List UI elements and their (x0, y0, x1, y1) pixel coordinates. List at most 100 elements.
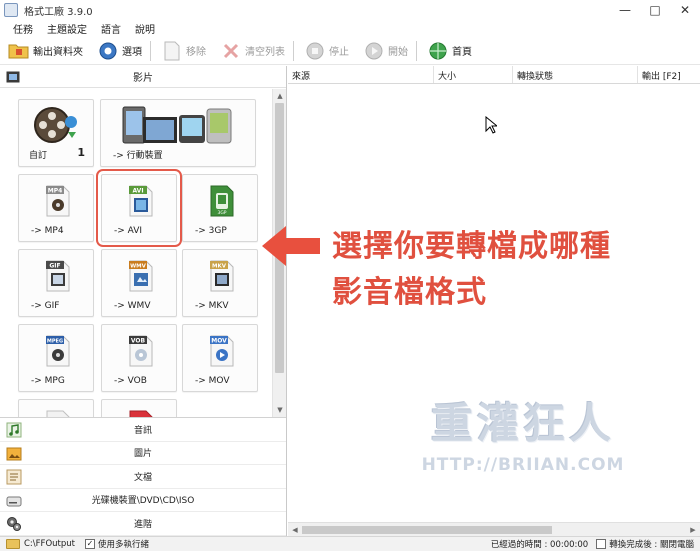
delete-x-icon (220, 40, 242, 62)
home-button[interactable]: 首頁 (419, 38, 478, 64)
start-button[interactable]: 開始 (355, 38, 414, 64)
disc-drive-icon (6, 496, 22, 506)
mp4-file-icon: MP4 (46, 185, 70, 217)
scroll-up-arrow-icon[interactable]: ▲ (273, 89, 287, 103)
tile-label: -> MPG (31, 376, 65, 386)
tile-badge: 1 (77, 146, 85, 159)
tile-mp4[interactable]: MP4 -> MP4 (18, 174, 94, 242)
tile-label: -> MP4 (31, 226, 64, 236)
tile-mkv[interactable]: MKV -> MKV (182, 249, 258, 317)
tile-more[interactable] (18, 399, 94, 417)
elapsed-time: 已經過的時間 : 00:00:00 (490, 540, 589, 550)
output-folder-button[interactable]: 輸出資料夾 (0, 38, 89, 64)
multithread-checkbox[interactable]: ✓ (84, 539, 95, 549)
category-label: 進階 (133, 519, 152, 530)
svg-text:MPEG: MPEG (47, 339, 63, 345)
mobile-devices-icon (122, 106, 232, 144)
tile-label: -> MKV (195, 301, 229, 311)
category-document[interactable]: 文檔 (0, 465, 286, 489)
svg-text:MKV: MKV (212, 264, 227, 270)
output-folder-label: 輸出資料夾 (33, 47, 83, 58)
scroll-left-arrow-icon[interactable]: ◀ (288, 523, 302, 537)
home-label: 首頁 (452, 47, 472, 58)
column-source[interactable]: 來源 (288, 66, 434, 83)
svg-text:WMV: WMV (130, 264, 147, 270)
maximize-button[interactable]: □ (640, 0, 670, 20)
scroll-right-arrow-icon[interactable]: ▶ (686, 523, 700, 537)
title-bar: 格式工廠 3.9.0 — □ ✕ (0, 0, 700, 20)
gear-icon (97, 40, 119, 62)
folder-icon[interactable] (6, 539, 20, 549)
tile-3gp[interactable]: 3GP -> 3GP (182, 174, 258, 242)
category-audio[interactable]: 音訊 (0, 418, 286, 442)
column-size[interactable]: 大小 (434, 66, 513, 83)
column-output[interactable]: 輸出 [F2] (638, 66, 700, 83)
tile-label: 自訂 (29, 151, 48, 161)
options-button[interactable]: 選項 (89, 38, 148, 64)
horizontal-scrollbar[interactable]: ◀ ▶ (288, 522, 700, 536)
category-image[interactable]: 圖片 (0, 442, 286, 465)
clear-list-button[interactable]: 清空列表 (212, 38, 291, 64)
close-button[interactable]: ✕ (670, 0, 700, 20)
svg-text:MOV: MOV (211, 338, 227, 345)
menu-language[interactable]: 語言 (94, 21, 128, 36)
tile-gif[interactable]: GIF -> GIF (18, 249, 94, 317)
stop-icon (304, 40, 326, 62)
window-title: 格式工廠 3.9.0 (24, 6, 93, 18)
3gp-file-icon: 3GP (210, 185, 234, 217)
minimize-button[interactable]: — (610, 0, 640, 20)
tile-label: -> AVI (114, 226, 143, 236)
document-icon (161, 40, 183, 62)
svg-text:VOB: VOB (131, 338, 146, 345)
globe-icon (427, 40, 449, 62)
task-list-header: 來源 大小 轉換狀態 輸出 [F2] (288, 66, 700, 84)
tile-avi[interactable]: AVI -> AVI (96, 169, 182, 247)
tile-label: -> 行動裝置 (113, 151, 163, 161)
mkv-file-icon: MKV (210, 260, 234, 292)
document-icon (6, 469, 22, 485)
svg-text:MP4: MP4 (48, 188, 63, 195)
film-reel-icon (34, 107, 77, 143)
file-icon (129, 410, 153, 417)
output-path[interactable]: C:\FFOutput (24, 539, 75, 549)
svg-text:AVI: AVI (132, 188, 143, 195)
app-icon (4, 3, 18, 17)
menu-help[interactable]: 說明 (128, 21, 162, 36)
remove-label: 移除 (186, 47, 206, 58)
music-note-icon (6, 422, 22, 438)
scroll-down-arrow-icon[interactable]: ▼ (273, 403, 287, 417)
menu-bar: 任務 主題設定 語言 說明 (0, 20, 700, 36)
scroll-thumb[interactable] (302, 526, 552, 534)
toolbar: 輸出資料夾 選項 移除 清空列表 停止 開始 首頁 (0, 37, 700, 65)
toolbar-divider (416, 40, 417, 61)
category-label: 圖片 (133, 449, 152, 460)
category-disc[interactable]: 光碟機裝置\DVD\CD\ISO (0, 489, 286, 512)
category-label: 光碟機裝置\DVD\CD\ISO (91, 496, 195, 507)
category-advanced[interactable]: 進階 (0, 512, 286, 536)
tile-more[interactable] (101, 399, 177, 417)
video-category-header[interactable]: 影片 (0, 66, 286, 88)
menu-task[interactable]: 任務 (6, 21, 40, 36)
tile-wmv[interactable]: WMV -> WMV (101, 249, 177, 317)
category-label: 文檔 (133, 472, 152, 483)
stop-button[interactable]: 停止 (296, 38, 355, 64)
svg-text:GIF: GIF (49, 263, 60, 270)
start-label: 開始 (388, 47, 408, 58)
function-panel: 影片 自訂 1 -> 行動裝置 MP4 -> MP4 AVI -> AVI 3G… (0, 66, 287, 536)
tile-custom[interactable]: 自訂 1 (18, 99, 94, 167)
annotation-line: 影音檔格式 (332, 275, 487, 310)
menu-theme[interactable]: 主題設定 (40, 21, 94, 36)
tile-mpg[interactable]: MPEG -> MPG (18, 324, 94, 392)
vob-file-icon: VOB (129, 335, 153, 367)
clear-list-label: 清空列表 (245, 47, 285, 58)
tile-mobile-devices[interactable]: -> 行動裝置 (100, 99, 256, 167)
column-status[interactable]: 轉換狀態 (513, 66, 638, 83)
toolbar-divider (150, 40, 151, 61)
remove-button[interactable]: 移除 (153, 38, 212, 64)
tile-vob[interactable]: VOB -> VOB (101, 324, 177, 392)
after-convert-label: 轉換完成後 : 關閉電腦 (609, 540, 694, 550)
after-convert-checkbox[interactable] (596, 539, 607, 549)
file-icon (46, 410, 70, 417)
tile-mov[interactable]: MOV -> MOV (182, 324, 258, 392)
avi-file-icon: AVI (129, 185, 153, 217)
